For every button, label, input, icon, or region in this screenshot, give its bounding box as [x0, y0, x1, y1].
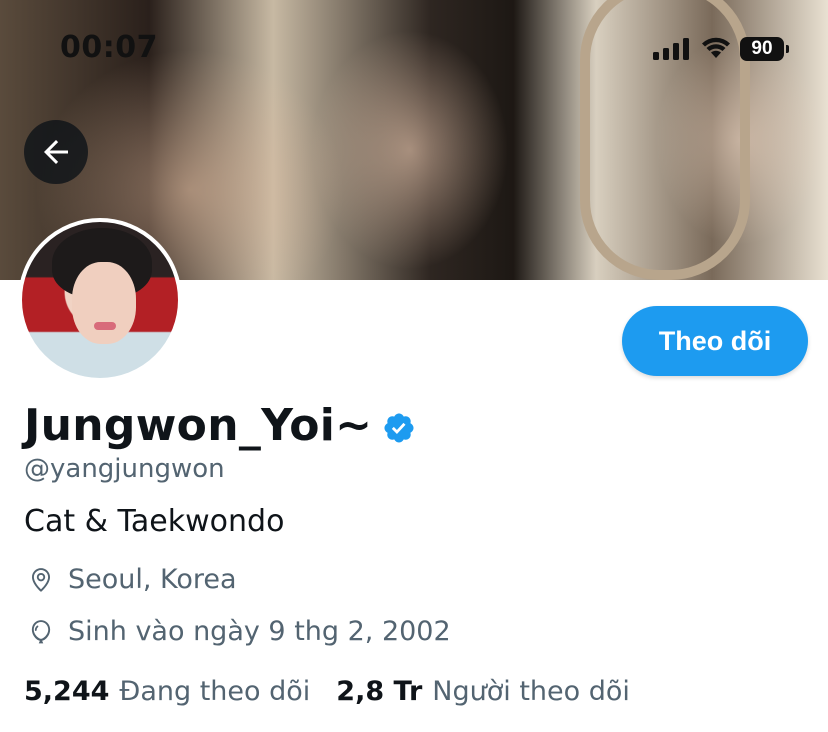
status-time: 00:07	[60, 30, 158, 65]
back-button[interactable]	[24, 120, 88, 184]
followers-count: 2,8 Tr	[336, 676, 423, 707]
verified-badge-icon[interactable]	[382, 411, 416, 445]
location-text: Seoul, Korea	[68, 564, 237, 595]
user-handle: @yangjungwon	[24, 454, 225, 484]
following-count: 5,244	[24, 676, 110, 707]
birthday-text: Sinh vào ngày 9 thg 2, 2002	[68, 616, 451, 647]
follow-button[interactable]: Theo dõi	[622, 306, 808, 376]
birthday-row: Sinh vào ngày 9 thg 2, 2002	[26, 616, 451, 647]
balloon-icon	[31, 619, 51, 643]
following-label: Đang theo dõi	[119, 676, 311, 707]
location-pin-icon	[32, 567, 50, 592]
battery-indicator: 90	[740, 37, 789, 61]
followers-label: Người theo dõi	[432, 676, 630, 707]
display-name: Jungwon_Yoi~	[24, 400, 373, 451]
profile-bio: Cat & Taekwondo	[24, 504, 285, 539]
name-row: Jungwon_Yoi~	[24, 400, 416, 451]
cellular-signal-icon	[653, 38, 689, 60]
following-link[interactable]: 5,244 Đang theo dõi	[24, 676, 310, 707]
wifi-icon	[702, 37, 730, 58]
followers-link[interactable]: 2,8 Tr Người theo dõi	[336, 676, 630, 707]
avatar-lips	[94, 322, 116, 330]
location-row: Seoul, Korea	[26, 564, 237, 595]
status-bar: 00:07 90	[0, 0, 828, 100]
avatar-face	[72, 262, 136, 344]
arrow-left-icon	[44, 140, 68, 164]
profile-avatar[interactable]	[18, 218, 182, 382]
follow-stats: 5,244 Đang theo dõi 2,8 Tr Người theo dõ…	[24, 676, 630, 707]
